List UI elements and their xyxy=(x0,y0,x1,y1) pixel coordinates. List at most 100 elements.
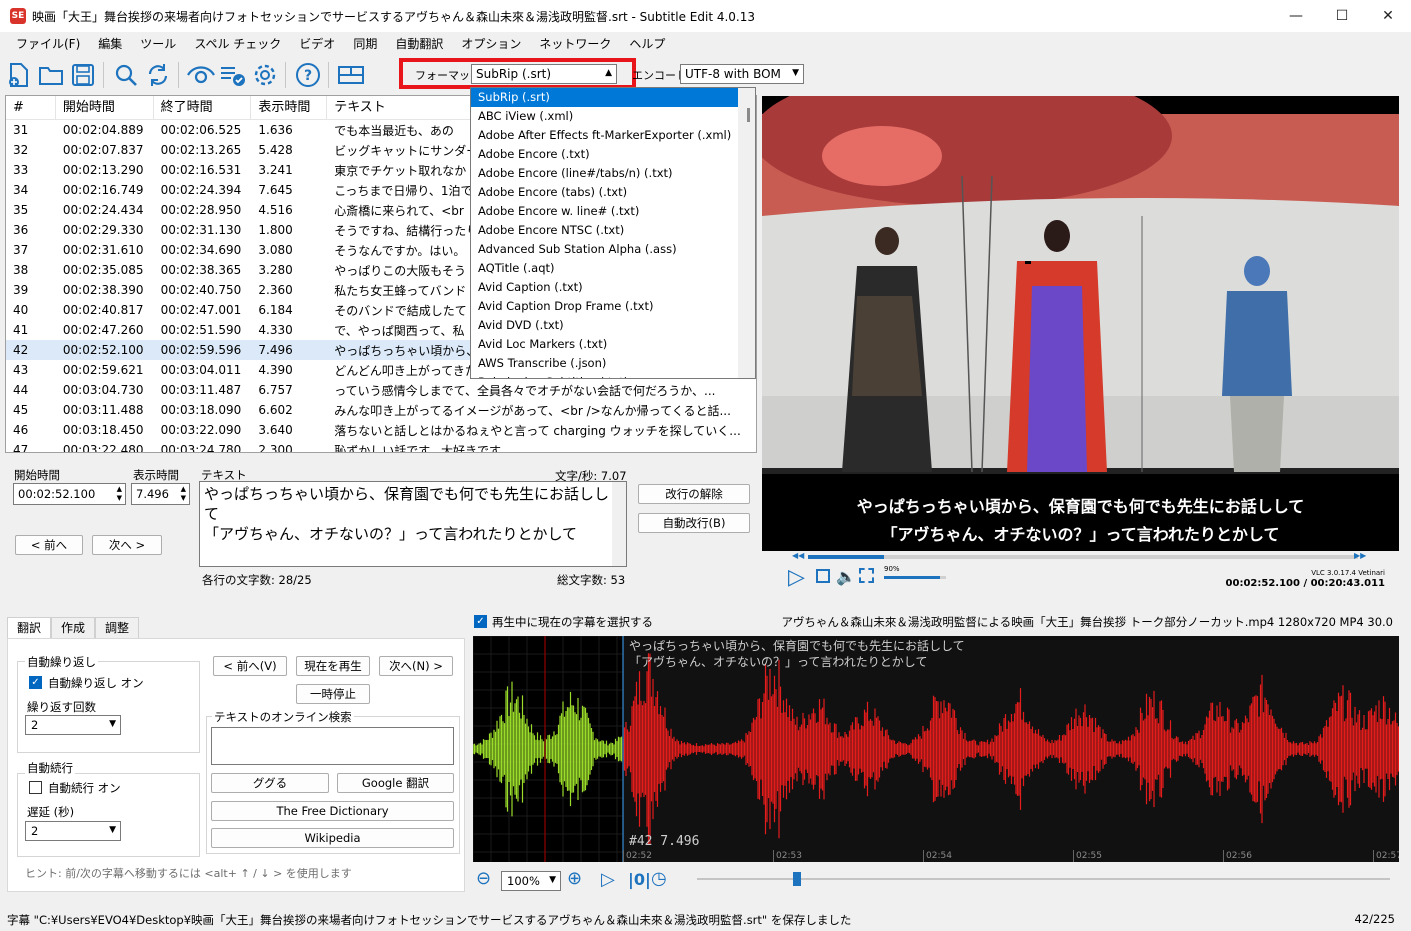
auto-repeat-checkbox[interactable]: ✓ xyxy=(29,676,42,689)
fullscreen-icon[interactable] xyxy=(859,568,874,583)
google-translate-button[interactable]: Google 翻訳 xyxy=(337,773,454,793)
format-option[interactable]: Avid Caption Drop Frame (.txt) xyxy=(471,297,755,316)
format-option[interactable]: AWS Transcribe (.json) xyxy=(471,354,755,373)
encoding-select[interactable]: UTF-8 with BOM ▼ xyxy=(680,64,804,84)
stop-icon[interactable] xyxy=(816,569,830,583)
format-option[interactable]: ABC iView (.xml) xyxy=(471,107,755,126)
menu-sync[interactable]: 同期 xyxy=(345,35,385,52)
format-option[interactable]: Adobe Encore (line#/tabs/n) (.txt) xyxy=(471,164,755,183)
start-time-input[interactable]: 00:02:52.100 ▲ ▼ xyxy=(13,483,126,505)
table-row[interactable]: 47 00:03:22.480 00:03:24.780 2.300 恥ずかしい話です。… xyxy=(6,440,756,452)
format-select[interactable]: SubRip (.srt) ▲ xyxy=(471,64,617,84)
format-option[interactable]: AQTitle (.aqt) xyxy=(471,259,755,278)
menu-file[interactable]: ファイル(F) xyxy=(8,35,88,52)
format-option[interactable]: Avid Loc Markers (.txt) xyxy=(471,335,755,354)
prev-button[interactable]: < 前へ xyxy=(15,535,83,555)
settings-gear-icon[interactable] xyxy=(250,60,280,90)
dropdown-scrollbar[interactable] xyxy=(738,88,755,378)
menu-network[interactable]: ネットワーク xyxy=(531,35,619,52)
rewind-icon[interactable]: ◀◀ xyxy=(792,551,804,560)
format-dropdown-list[interactable]: SubRip (.srt) ABC iView (.xml) Adobe After… xyxy=(470,87,756,379)
maximize-button[interactable]: ☐ xyxy=(1319,0,1365,32)
fast-forward-icon[interactable]: ▶▶ xyxy=(1354,551,1366,560)
duration-input[interactable]: 7.496 ▲ ▼ xyxy=(131,483,190,505)
column-header-start[interactable]: 開始時間 xyxy=(56,96,154,120)
table-row[interactable]: 46 00:03:18.450 00:03:22.090 3.640 落ちないと話しとは… xyxy=(6,420,756,440)
format-option[interactable]: Adobe Encore w. line# (.txt) xyxy=(471,202,755,221)
volume-track[interactable] xyxy=(884,576,946,579)
unbreak-button[interactable]: 改行の解除 xyxy=(638,484,750,504)
dropdown-scroll-thumb[interactable] xyxy=(747,108,750,122)
format-option[interactable]: Adobe Encore NTSC (.txt) xyxy=(471,221,755,240)
format-option[interactable]: SubRip (.srt) xyxy=(471,88,755,107)
menu-options[interactable]: オプション xyxy=(453,35,529,52)
spinner-icon[interactable]: ▲ ▼ xyxy=(181,485,186,503)
pause-button[interactable]: 一時停止 xyxy=(296,684,370,704)
video-player[interactable]: やっぱちっちゃい頃から、保育園でも何でも先生にお話しして 「アヴちゃん、オチない… xyxy=(762,96,1399,551)
menu-help[interactable]: ヘルプ xyxy=(621,35,673,52)
open-folder-icon[interactable] xyxy=(36,60,66,90)
auto-continue-checkbox[interactable] xyxy=(29,781,42,794)
tab-adjust[interactable]: 調整 xyxy=(95,617,140,639)
play-icon[interactable]: ▷ xyxy=(788,565,805,590)
spellcheck-icon[interactable] xyxy=(218,60,248,90)
google-search-button[interactable]: ググる xyxy=(211,773,329,793)
mute-icon[interactable]: 🔈 xyxy=(836,567,856,586)
cell-start: 00:02:07.837 xyxy=(62,143,144,157)
translate-prev-button[interactable]: < 前へ(V) xyxy=(213,656,287,676)
tab-translate[interactable]: 翻訳 xyxy=(7,617,52,639)
zoom-out-icon[interactable]: ⊖ xyxy=(476,868,491,889)
auto-break-button[interactable]: 自動改行(B) xyxy=(638,513,750,533)
save-icon[interactable] xyxy=(68,60,98,90)
zoom-select[interactable]: 100% ▼ xyxy=(501,871,561,891)
select-current-checkbox[interactable]: ✓ xyxy=(474,615,487,628)
audio-waveform[interactable]: やっぱちっちゃい頃から、保育園でも何でも先生にお話しして 「アヴちゃん、オチない… xyxy=(473,636,1399,862)
visual-sync-icon[interactable] xyxy=(186,60,216,90)
delay-select[interactable]: 2 ▼ xyxy=(25,821,121,841)
format-option[interactable]: Advanced Sub Station Alpha (.ass) xyxy=(471,240,755,259)
waveform-pause-icon[interactable]: |0| xyxy=(628,870,651,889)
format-option[interactable]: Babylonian Subtitles (.txt) xyxy=(471,373,755,378)
column-header-number[interactable]: # xyxy=(6,96,56,120)
new-file-icon[interactable] xyxy=(4,60,34,90)
repeat-count-select[interactable]: 2 ▼ xyxy=(25,715,121,735)
replace-icon[interactable] xyxy=(143,60,173,90)
cell-end: 00:03:22.090 xyxy=(160,423,242,437)
video-progress-track[interactable] xyxy=(808,555,1358,559)
column-header-end[interactable]: 終了時間 xyxy=(154,96,252,120)
spinner-icon[interactable]: ▲ ▼ xyxy=(117,485,122,503)
column-header-duration[interactable]: 表示時間 xyxy=(251,96,328,120)
table-row[interactable]: 44 00:03:04.730 00:03:11.487 6.757 っていう感情今しま… xyxy=(6,380,756,400)
menu-auto-translate[interactable]: 自動翻訳 xyxy=(387,35,451,52)
table-row[interactable]: 45 00:03:11.488 00:03:18.090 6.602 みんな叩き上がって… xyxy=(6,400,756,420)
help-icon[interactable]: ? xyxy=(293,60,323,90)
menu-tools[interactable]: ツール xyxy=(132,35,184,52)
wikipedia-button[interactable]: Wikipedia xyxy=(211,828,454,848)
cell-start: 00:02:47.260 xyxy=(62,323,144,337)
cell-start: 00:02:24.434 xyxy=(62,203,144,217)
online-search-input[interactable] xyxy=(211,727,454,765)
zoom-in-icon[interactable]: ⊕ xyxy=(567,868,582,889)
waveform-play-icon[interactable]: ▷ xyxy=(601,869,615,890)
format-option[interactable]: Adobe Encore (tabs) (.txt) xyxy=(471,183,755,202)
subtitle-text-input[interactable]: やっぱちっちゃい頃から、保育園でも何でも先生にお話しして 「アヴちゃん、オチない… xyxy=(199,481,627,567)
free-dictionary-button[interactable]: The Free Dictionary xyxy=(211,801,454,821)
minimize-button[interactable]: — xyxy=(1273,0,1319,32)
format-option[interactable]: Adobe Encore (.txt) xyxy=(471,145,755,164)
search-icon[interactable] xyxy=(111,60,141,90)
menu-edit[interactable]: 編集 xyxy=(90,35,130,52)
format-option[interactable]: Avid Caption (.txt) xyxy=(471,278,755,297)
text-scrollbar[interactable] xyxy=(612,482,626,566)
waveform-slider-thumb[interactable] xyxy=(793,872,801,886)
format-option[interactable]: Adobe After Effects ft-MarkerExporter (.… xyxy=(471,126,755,145)
format-option[interactable]: Avid DVD (.txt) xyxy=(471,316,755,335)
menu-video[interactable]: ビデオ xyxy=(291,35,343,52)
close-button[interactable]: ✕ xyxy=(1365,0,1411,32)
tab-create[interactable]: 作成 xyxy=(51,617,96,639)
next-button[interactable]: 次へ > xyxy=(92,535,162,555)
translate-next-button[interactable]: 次へ(N) > xyxy=(379,656,453,676)
layout-icon[interactable] xyxy=(336,60,366,90)
playback-speed-icon[interactable]: ◷ xyxy=(651,868,667,889)
play-current-button[interactable]: 現在を再生 xyxy=(296,656,370,676)
menu-spellcheck[interactable]: スペル チェック xyxy=(186,35,289,52)
